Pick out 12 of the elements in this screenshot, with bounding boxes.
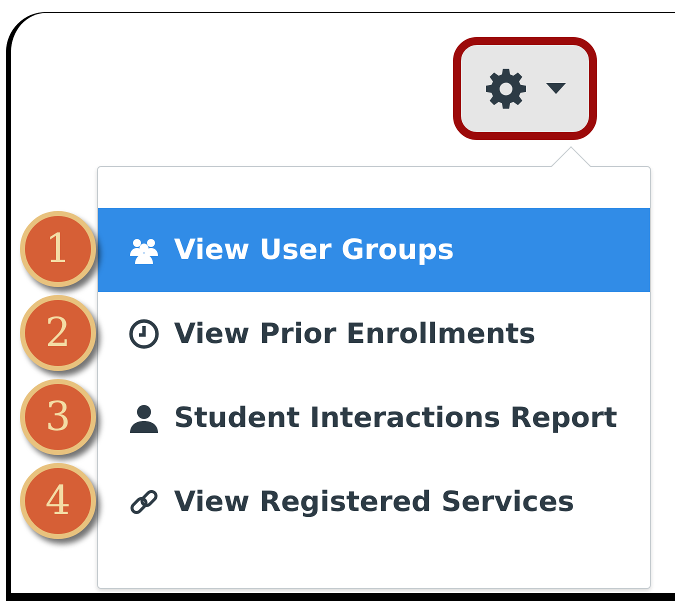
step-number-badge: 3	[20, 379, 96, 455]
step-number-badge: 4	[20, 463, 96, 539]
step-number-badge: 1	[20, 211, 96, 287]
caret-icon	[546, 83, 566, 94]
settings-button[interactable]	[453, 37, 597, 140]
menu-item[interactable]: View Registered Services	[98, 460, 650, 544]
step-number-badge: 2	[20, 295, 96, 371]
menu-item[interactable]: Student Interactions Report	[98, 376, 650, 460]
menu-item[interactable]: View Prior Enrollments	[98, 292, 650, 376]
settings-icon	[484, 66, 528, 110]
user-icon	[128, 402, 160, 434]
clock-icon	[128, 318, 160, 350]
